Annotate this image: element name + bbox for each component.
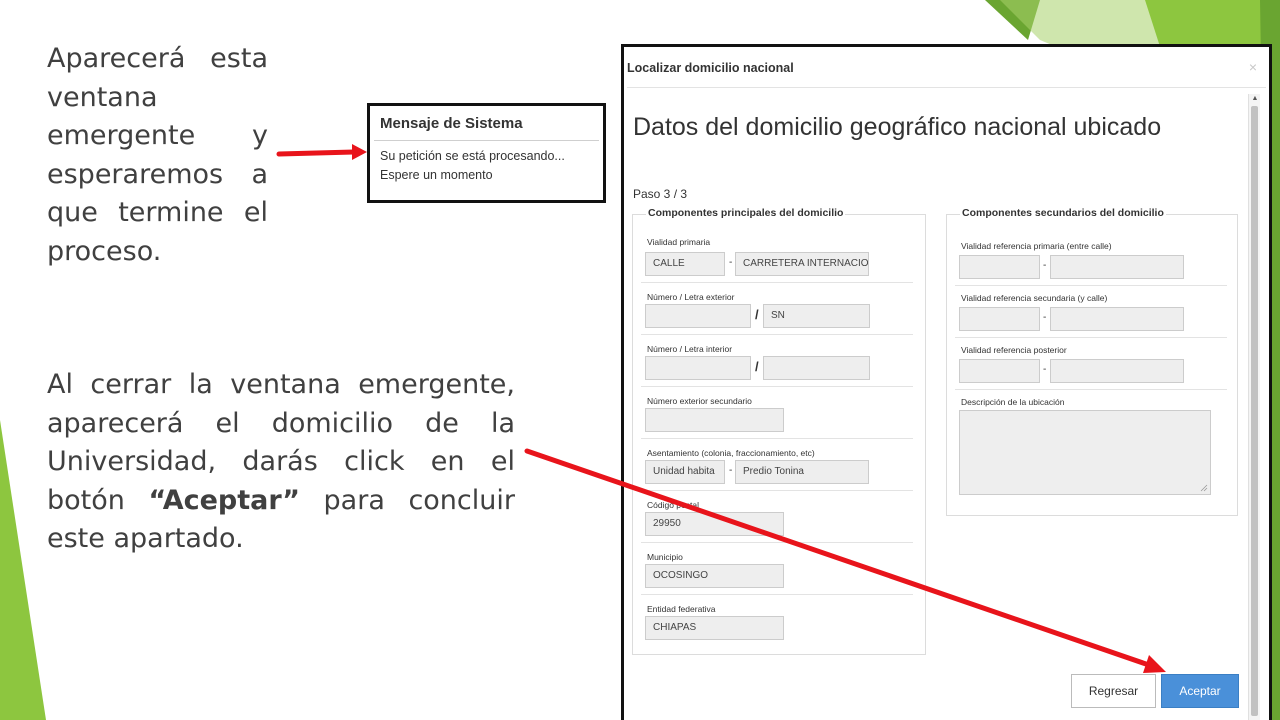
dash-separator: - (1043, 260, 1047, 271)
field-divider (955, 389, 1227, 390)
field-divider (641, 438, 913, 439)
aceptar-button[interactable]: Aceptar (1161, 674, 1239, 708)
dash-separator: - (729, 257, 733, 268)
scroll-up-icon[interactable]: ▲ (1249, 94, 1261, 104)
vialidad-primaria-tipo-input[interactable]: CALLE (645, 252, 725, 276)
letra-exterior-input[interactable]: SN (763, 304, 870, 328)
ref-posterior-label: Vialidad referencia posterior (961, 345, 1067, 355)
step-indicator: Paso 3 / 3 (633, 187, 688, 201)
ref-primaria-tipo-input[interactable] (959, 255, 1040, 279)
arrow-head-system-message (352, 144, 367, 160)
numero-exterior-secundario-label: Número exterior secundario (647, 396, 752, 406)
municipio-input[interactable]: OCOSINGO (645, 564, 784, 588)
numero-interior-input[interactable] (645, 356, 751, 380)
system-message-line-2: Espere un momento (380, 168, 493, 182)
asentamiento-tipo-input[interactable]: Unidad habita (645, 460, 725, 484)
dash-separator: - (1043, 364, 1047, 375)
numero-interior-label: Número / Letra interior (647, 344, 733, 354)
entidad-federativa-label: Entidad federativa (647, 604, 716, 614)
vialidad-primaria-label: Vialidad primaria (647, 237, 711, 247)
codigo-postal-input[interactable]: 29950 (645, 512, 784, 536)
field-divider (641, 594, 913, 595)
dialog-scrollbar[interactable]: ▲ (1248, 94, 1260, 720)
descripcion-textarea[interactable] (959, 410, 1211, 495)
vialidad-primaria-nombre-input[interactable]: CARRETERA INTERNACION (735, 252, 869, 276)
descripcion-label: Descripción de la ubicación (961, 397, 1065, 407)
scrollbar-thumb[interactable] (1251, 106, 1258, 716)
instruction-text-2-bold: “Aceptar” (148, 484, 300, 516)
field-divider (641, 490, 913, 491)
system-message-line-1: Su petición se está procesando... (380, 149, 565, 163)
field-divider (955, 285, 1227, 286)
dialog-header-divider (627, 87, 1266, 88)
dash-separator: - (729, 465, 733, 476)
localizar-domicilio-dialog: Localizar domicilio nacional × ▲ Datos d… (621, 44, 1272, 720)
system-message-divider (374, 140, 599, 141)
arrow-to-system-message (276, 149, 357, 157)
principal-components-panel: Componentes principales del domicilio Vi… (632, 207, 926, 655)
system-message-popup: Mensaje de Sistema Su petición se está p… (367, 103, 606, 203)
numero-exterior-secundario-input[interactable] (645, 408, 784, 432)
field-divider (955, 337, 1227, 338)
principal-panel-legend: Componentes principales del domicilio (646, 207, 846, 219)
dialog-title: Localizar domicilio nacional (627, 61, 794, 75)
ref-secundaria-label: Vialidad referencia secundaria (y calle) (961, 293, 1108, 303)
regresar-button[interactable]: Regresar (1071, 674, 1156, 708)
instruction-text-2: Al cerrar la ventana emergente, aparecer… (47, 366, 515, 559)
ref-primaria-nombre-input[interactable] (1050, 255, 1184, 279)
numero-exterior-label: Número / Letra exterior (647, 292, 735, 302)
dialog-heading: Datos del domicilio geográfico nacional … (633, 113, 1162, 141)
ref-posterior-tipo-input[interactable] (959, 359, 1040, 383)
ref-posterior-nombre-input[interactable] (1050, 359, 1184, 383)
numero-exterior-input[interactable] (645, 304, 751, 328)
field-divider (641, 334, 913, 335)
close-icon[interactable]: × (1249, 59, 1257, 75)
slash-separator: / (755, 359, 759, 374)
slash-separator: / (755, 307, 759, 322)
ref-secundaria-tipo-input[interactable] (959, 307, 1040, 331)
codigo-postal-label: Código postal (647, 500, 699, 510)
field-divider (641, 282, 913, 283)
dash-separator: - (1043, 312, 1047, 323)
letra-interior-input[interactable] (763, 356, 870, 380)
resize-grip-icon[interactable] (1200, 484, 1208, 492)
instruction-text-1: Aparecerá esta ventana emergente y esper… (47, 43, 268, 267)
ref-primaria-label: Vialidad referencia primaria (entre call… (961, 241, 1112, 251)
secondary-panel-legend: Componentes secundarios del domicilio (960, 207, 1166, 219)
asentamiento-nombre-input[interactable]: Predio Tonina (735, 460, 869, 484)
secondary-components-panel: Componentes secundarios del domicilio Vi… (946, 207, 1238, 516)
system-message-title: Mensaje de Sistema (380, 115, 523, 132)
municipio-label: Municipio (647, 552, 683, 562)
field-divider (641, 386, 913, 387)
entidad-federativa-input[interactable]: CHIAPAS (645, 616, 784, 640)
field-divider (641, 542, 913, 543)
ref-secundaria-nombre-input[interactable] (1050, 307, 1184, 331)
asentamiento-label: Asentamiento (colonia, fraccionamiento, … (647, 448, 815, 458)
